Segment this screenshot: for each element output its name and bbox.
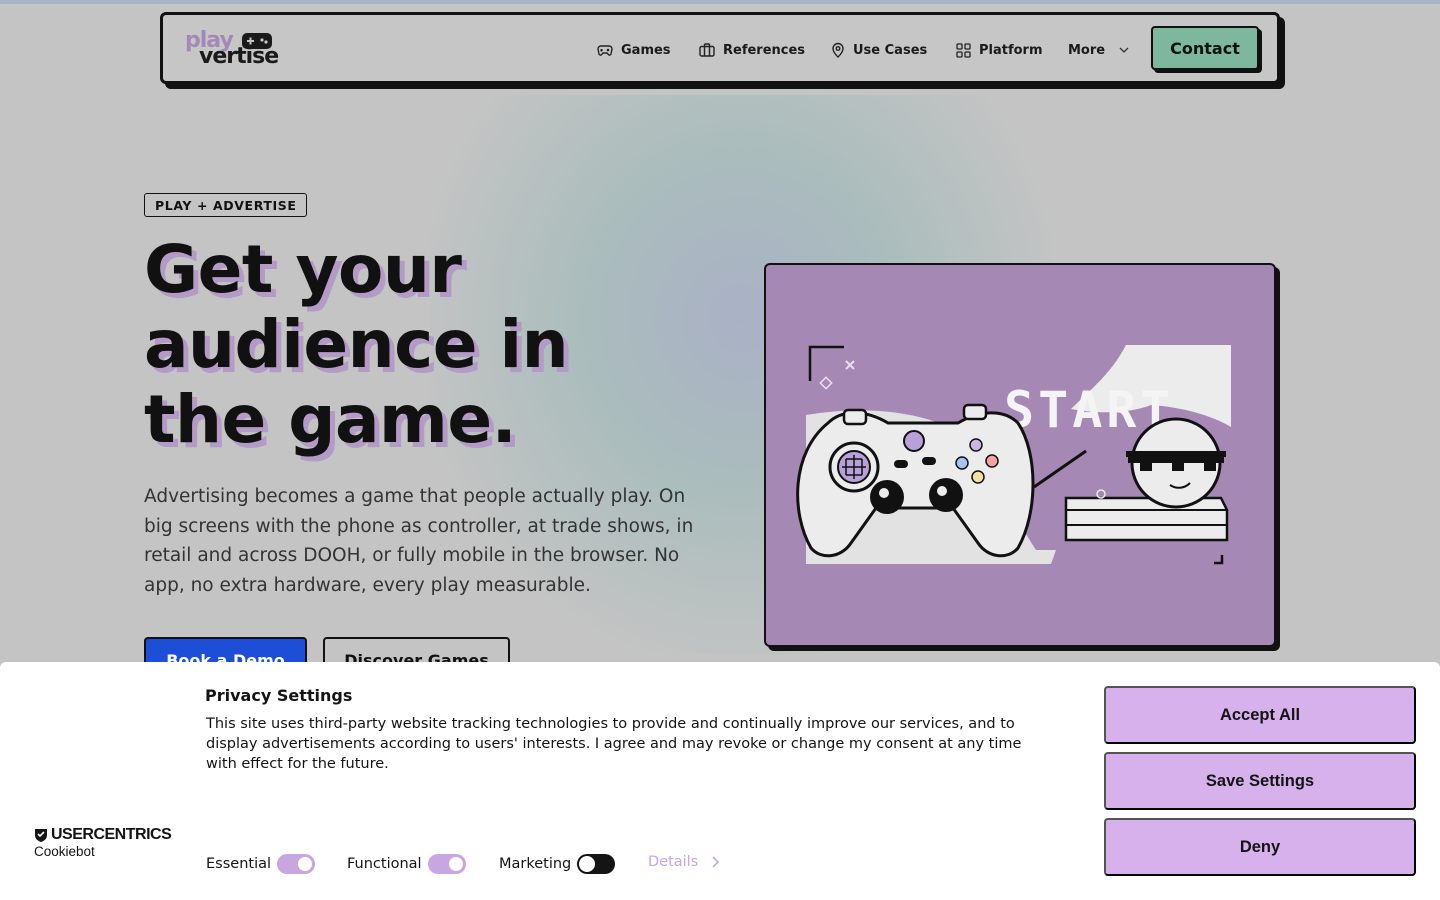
- accept-all-button[interactable]: Accept All: [1104, 686, 1416, 744]
- deny-button[interactable]: Deny: [1104, 818, 1416, 876]
- usercentrics-brand: USERCENTRICS: [51, 826, 172, 843]
- nav-item-platform[interactable]: Platform: [956, 39, 1043, 61]
- nav-item-label: Use Cases: [853, 42, 928, 58]
- toggle-essential: Essential: [206, 854, 316, 874]
- briefcase-icon: [699, 43, 715, 57]
- toggle-marketing: Marketing: [499, 854, 616, 874]
- details-link[interactable]: Details: [648, 854, 720, 870]
- save-settings-button[interactable]: Save Settings: [1104, 752, 1416, 810]
- chevron-right-icon: [712, 856, 720, 868]
- privacy-settings-text: This site uses third-party website track…: [206, 716, 1022, 772]
- headline-line: the game.: [144, 381, 517, 458]
- cookiebot-label: Cookiebot: [34, 844, 95, 859]
- hero-description: Advertising becomes a game that people a…: [144, 486, 694, 596]
- main-navigation: play vertise Games References Use Cases …: [160, 12, 1280, 84]
- toggle-label: Marketing: [499, 856, 572, 872]
- top-accent-line: [0, 0, 1440, 4]
- hero-headline: Get your audience in the game.: [144, 232, 704, 457]
- hero-badge: PLAY + ADVERTISE: [144, 193, 308, 217]
- hero-illustration: START: [764, 263, 1276, 647]
- usercentrics-logo: USERCENTRICS Cookiebot: [34, 826, 172, 859]
- privacy-settings-title: Privacy Settings: [205, 686, 353, 705]
- contact-button[interactable]: Contact: [1151, 26, 1259, 70]
- nav-item-games[interactable]: Games: [597, 39, 671, 61]
- grid-icon: [956, 42, 971, 58]
- nav-item-more[interactable]: More: [1068, 39, 1129, 61]
- chevron-down-icon: [1119, 47, 1129, 53]
- marketing-switch[interactable]: [577, 854, 616, 874]
- nav-item-label: More: [1068, 42, 1106, 58]
- toggle-label: Functional: [347, 856, 422, 872]
- cookie-consent-banner: Privacy Settings This site uses third-pa…: [0, 662, 1440, 900]
- map-pin-icon: [832, 42, 844, 58]
- nav-item-use-cases[interactable]: Use Cases: [831, 39, 927, 61]
- shield-icon: [35, 828, 47, 842]
- nav-item-label: Platform: [979, 42, 1043, 58]
- logo[interactable]: play vertise: [185, 28, 285, 72]
- toggle-label: Essential: [206, 856, 272, 872]
- headline-line: audience in: [144, 306, 569, 383]
- nav-item-label: References: [723, 42, 806, 58]
- details-label: Details: [648, 854, 699, 870]
- nav-item-label: Games: [621, 42, 671, 58]
- gamepad-icon: [597, 45, 613, 56]
- functional-switch[interactable]: [427, 854, 466, 874]
- essential-switch[interactable]: [277, 854, 316, 874]
- headline-line: Get your: [144, 231, 462, 308]
- logo-vertise-text: vertise: [199, 44, 279, 69]
- toggle-functional: Functional: [347, 854, 466, 874]
- nav-item-references[interactable]: References: [699, 39, 805, 61]
